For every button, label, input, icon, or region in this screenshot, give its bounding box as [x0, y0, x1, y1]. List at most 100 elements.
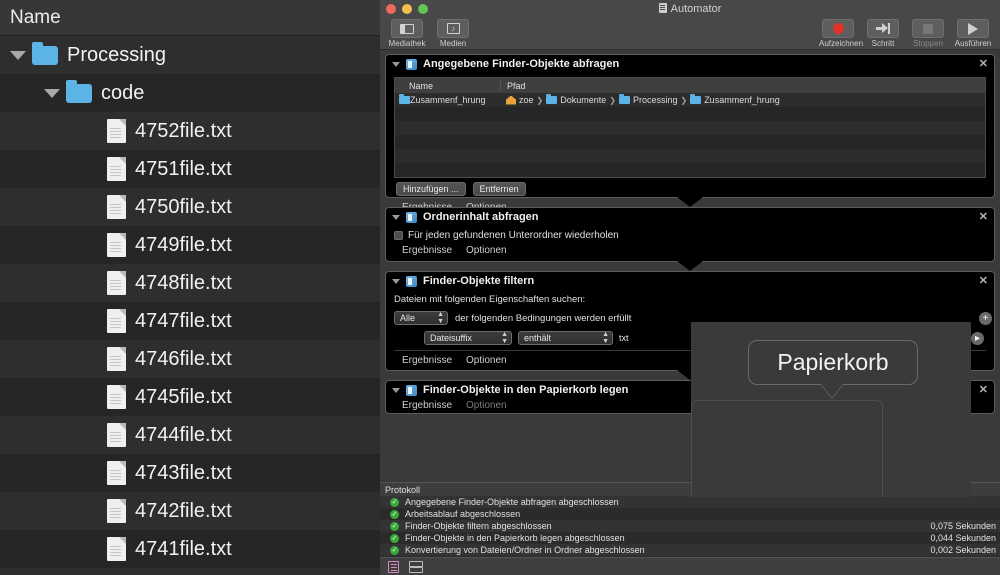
match-mode-value: Alle	[400, 313, 416, 323]
folder-icon	[399, 94, 410, 104]
tree-item-label: Processing	[67, 43, 166, 66]
file-list-item[interactable]: 4751file.txt	[0, 150, 380, 188]
window-titlebar[interactable]: Automator	[380, 0, 1000, 18]
toolbar-button-mediathek[interactable]: Mediathek	[388, 18, 426, 48]
folder-icon	[546, 94, 558, 104]
results-link[interactable]: Ergebnisse	[402, 355, 452, 366]
log-row[interactable]: ✓ Konvertierung von Dateien/Ordner in Or…	[380, 544, 1000, 556]
checkbox-label: Für jeden gefundenen Unterordner wiederh…	[408, 230, 619, 241]
split-view-icon[interactable]	[409, 561, 423, 573]
file-list-item[interactable]: 4743file.txt	[0, 454, 380, 492]
log-text: Angegebene Finder-Objekte abfragen abges…	[405, 497, 619, 507]
success-icon: ✓	[390, 545, 399, 555]
options-link[interactable]: Optionen	[466, 400, 507, 411]
remove-button[interactable]: Entfernen	[472, 182, 526, 196]
finder-column-header[interactable]: Name	[0, 0, 380, 36]
action-footer: Ergebnisse Optionen	[386, 243, 994, 260]
action-title: Finder-Objekte filtern	[423, 275, 535, 287]
file-list-item[interactable]: 4744file.txt	[0, 416, 380, 454]
file-list-item[interactable]: 4752file.txt	[0, 112, 380, 150]
close-icon[interactable]: ✕	[979, 58, 988, 70]
finder-rows: Processing code 4752file.txt 4751file.tx…	[0, 36, 380, 575]
action-block-ordnerinhalt-abfragen[interactable]: Ordnerinhalt abfragen ✕ Für jeden gefund…	[385, 207, 995, 271]
close-icon[interactable]: ✕	[979, 211, 988, 223]
action-icon	[406, 211, 417, 223]
action-header[interactable]: Finder-Objekte filtern ✕	[386, 272, 994, 290]
log-row[interactable]: ✓ Arbeitsablauf abgeschlossen	[380, 508, 1000, 520]
document-icon	[658, 3, 667, 13]
results-link[interactable]: Ergebnisse	[402, 245, 452, 256]
dock-tile[interactable]	[691, 400, 883, 497]
results-link[interactable]: Ergebnisse	[402, 400, 452, 411]
file-list-item[interactable]: 4745file.txt	[0, 378, 380, 416]
log-view-icon[interactable]	[388, 560, 399, 573]
table-empty-row	[395, 107, 985, 121]
options-link[interactable]: Optionen	[466, 355, 507, 366]
action-header[interactable]: Ordnerinhalt abfragen ✕	[386, 208, 994, 226]
close-icon[interactable]: ✕	[979, 275, 988, 287]
action-header[interactable]: Angegebene Finder-Objekte abfragen ✕	[386, 55, 994, 73]
tree-item-processing[interactable]: Processing	[0, 36, 380, 74]
disclosure-triangle-icon[interactable]	[44, 88, 60, 98]
toolbar-button-ausfuehren[interactable]: Ausführen	[954, 18, 992, 48]
success-icon: ✓	[390, 533, 399, 543]
window-title-group: Automator	[380, 3, 1000, 15]
close-button[interactable]	[386, 4, 396, 14]
column-header-path[interactable]: Pfad	[500, 80, 895, 91]
log-row[interactable]: ✓ Angegebene Finder-Objekte abfragen abg…	[380, 496, 1000, 508]
table-empty-row	[395, 135, 985, 149]
repeat-subfolders-checkbox[interactable]: Für jeden gefundenen Unterordner wiederh…	[394, 230, 986, 241]
file-list-item[interactable]: 4742file.txt	[0, 492, 380, 530]
column-header-name[interactable]: Name	[395, 81, 500, 91]
log-row[interactable]: ✓ Finder-Objekte filtern abgeschlossen 0…	[380, 520, 1000, 532]
add-button[interactable]: Hinzufügen ...	[396, 182, 466, 196]
table-empty-row	[395, 121, 985, 135]
close-icon[interactable]: ✕	[979, 384, 988, 396]
file-icon	[107, 233, 126, 257]
disclosure-triangle-icon[interactable]	[392, 214, 400, 220]
disclosure-triangle-icon[interactable]	[392, 61, 400, 67]
record-icon	[822, 19, 854, 38]
disclosure-triangle-icon[interactable]	[392, 278, 400, 284]
log-time: 0,044 Sekunden	[930, 533, 996, 543]
condition-attribute-select[interactable]: Dateisuffix ▲ ▼	[424, 331, 512, 345]
tree-item-code[interactable]: code	[0, 74, 380, 112]
disclosure-triangle-icon[interactable]	[392, 387, 400, 393]
toolbar-button-stoppen[interactable]: Stoppen	[909, 18, 947, 48]
match-suffix-label: der folgenden Bedingungen werden erfüllt	[455, 312, 632, 324]
toolbar-button-aufzeichnen[interactable]: Aufzeichnen	[819, 18, 864, 48]
add-condition-button[interactable]: +	[979, 311, 992, 325]
checkbox-box[interactable]	[394, 231, 403, 240]
log-text: Finder-Objekte in den Papierkorb legen a…	[405, 533, 625, 543]
file-name: 4742file.txt	[135, 499, 232, 522]
log-row[interactable]: ✓ Finder-Objekte in den Papierkorb legen…	[380, 532, 1000, 544]
file-list-item[interactable]: 4747file.txt	[0, 302, 380, 340]
file-list-item[interactable]: 4746file.txt	[0, 340, 380, 378]
success-icon: ✓	[390, 497, 399, 507]
match-mode-select[interactable]: Alle ▲ ▼	[394, 311, 448, 325]
file-list-item[interactable]: 4749file.txt	[0, 226, 380, 264]
disclosure-triangle-icon[interactable]	[10, 50, 26, 60]
condition-value-input[interactable]: txt	[619, 333, 629, 343]
finder-items-table[interactable]: Name Pfad Zusammenf_hrung zoe ❯ Dokument…	[394, 77, 986, 178]
condition-operator-select[interactable]: enthält ▲ ▼	[518, 331, 613, 345]
zoom-button[interactable]	[418, 4, 428, 14]
action-block-angegebene-finder-objekte-abfragen[interactable]: Angegebene Finder-Objekte abfragen ✕ Nam…	[385, 54, 995, 213]
file-list-item[interactable]: 4750file.txt	[0, 188, 380, 226]
file-list-item[interactable]: 4748file.txt	[0, 264, 380, 302]
minimize-button[interactable]	[402, 4, 412, 14]
step-icon	[867, 19, 899, 38]
toolbar-button-medien[interactable]: ♪ Medien	[434, 18, 472, 48]
table-row[interactable]: Zusammenf_hrung zoe ❯ Dokumente ❯ Proces…	[395, 93, 985, 107]
toolbar-button-schritt[interactable]: Schritt	[864, 18, 902, 48]
toolbar-button-label: Aufzeichnen	[819, 39, 864, 48]
options-link[interactable]: Optionen	[466, 245, 507, 256]
folder-icon	[618, 94, 630, 104]
file-list-item[interactable]: 4741file.txt	[0, 530, 380, 568]
crumb-2: Processing	[632, 95, 678, 105]
window-title: Automator	[670, 3, 722, 15]
crumb-0: zoe	[519, 95, 534, 105]
file-list-item[interactable]: 4740file.txt	[0, 568, 380, 575]
action-body: Name Pfad Zusammenf_hrung zoe ❯ Dokument…	[386, 73, 994, 200]
remove-condition-button[interactable]: ▸	[971, 331, 984, 345]
